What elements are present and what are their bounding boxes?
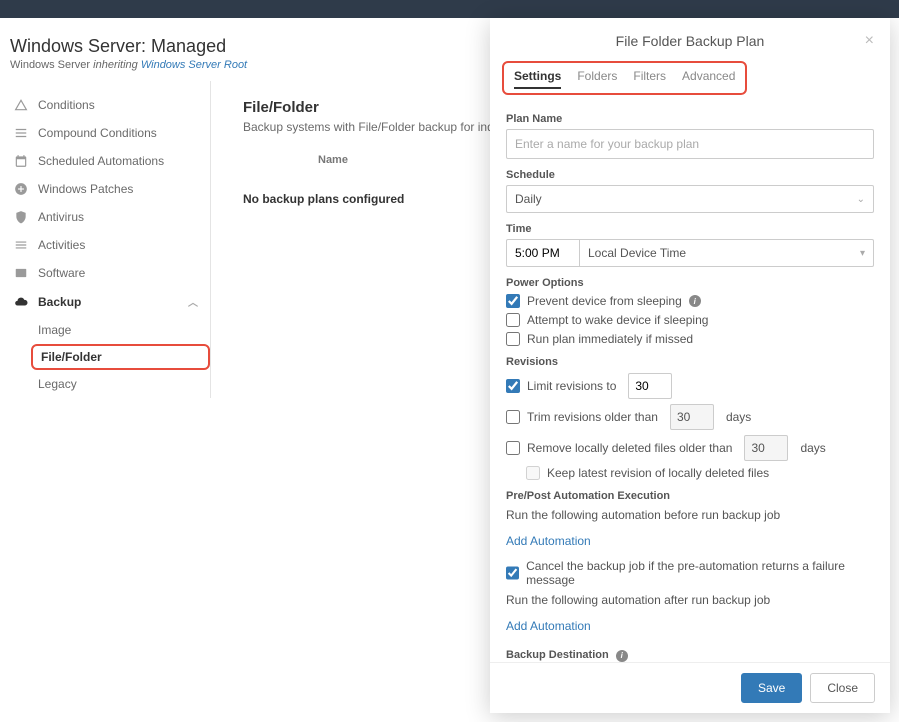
sidebar-item-antivirus[interactable]: Antivirus	[10, 203, 210, 231]
prepost-after-text: Run the following automation after run b…	[506, 593, 874, 607]
calendar-icon	[14, 154, 28, 168]
sidebar-subitem-image[interactable]: Image	[28, 316, 210, 344]
run-missed-checkbox[interactable]	[506, 332, 520, 346]
keep-latest-label: Keep latest revision of locally deleted …	[547, 466, 769, 480]
sidebar-item-activities[interactable]: Activities	[10, 231, 210, 259]
chevron-up-icon: ︿	[186, 294, 200, 309]
time-input[interactable]	[506, 239, 580, 267]
remove-deleted-label: Remove locally deleted files older than	[527, 441, 732, 455]
trim-revisions-label: Trim revisions older than	[527, 410, 658, 424]
keep-latest-checkbox[interactable]	[526, 466, 540, 480]
close-icon[interactable]: ×	[865, 32, 874, 50]
breadcrumb-text: Windows Server	[10, 59, 93, 71]
sidebar-item-label: Scheduled Automations	[38, 154, 164, 168]
sidebar-item-patches[interactable]: Windows Patches	[10, 175, 210, 203]
days-label: days	[800, 441, 825, 455]
run-missed-label: Run plan immediately if missed	[527, 332, 693, 346]
prepost-label: Pre/Post Automation Execution	[506, 490, 874, 502]
add-automation-before-link[interactable]: Add Automation	[506, 534, 591, 548]
limit-revisions-label: Limit revisions to	[527, 379, 616, 393]
sidebar-item-label: Activities	[38, 238, 85, 252]
sidebar-item-conditions[interactable]: Conditions	[10, 91, 210, 119]
remove-deleted-checkbox[interactable]	[506, 441, 520, 455]
tab-advanced[interactable]: Advanced	[682, 69, 735, 89]
window-icon	[14, 266, 28, 280]
schedule-value: Daily	[515, 192, 542, 206]
limit-revisions-checkbox[interactable]	[506, 379, 520, 393]
timezone-select[interactable]: Local Device Time ▾	[579, 239, 874, 267]
timezone-value: Local Device Time	[588, 246, 686, 260]
tab-filters[interactable]: Filters	[633, 69, 666, 89]
tabs-highlight: Settings Folders Filters Advanced	[502, 61, 747, 95]
add-automation-after-link[interactable]: Add Automation	[506, 619, 591, 633]
sidebar-subitem-filefolder[interactable]: File/Folder	[31, 344, 210, 370]
sidebar-item-label: Conditions	[38, 98, 95, 112]
modal-title: File Folder Backup Plan	[616, 33, 765, 49]
tab-settings[interactable]: Settings	[514, 69, 561, 89]
cancel-on-failure-label: Cancel the backup job if the pre-automat…	[526, 559, 874, 587]
sidebar-item-scheduled[interactable]: Scheduled Automations	[10, 147, 210, 175]
prevent-sleep-label: Prevent device from sleeping	[527, 294, 682, 308]
backup-plan-modal: File Folder Backup Plan × Settings Folde…	[490, 18, 890, 713]
info-icon[interactable]: i	[689, 295, 701, 307]
close-button[interactable]: Close	[810, 673, 875, 703]
activity-icon	[14, 238, 28, 252]
sidebar-item-label: Antivirus	[38, 210, 84, 224]
plan-name-label: Plan Name	[506, 113, 874, 125]
power-options-label: Power Options	[506, 277, 874, 289]
breadcrumb-link[interactable]: Windows Server Root	[141, 59, 247, 71]
revisions-label: Revisions	[506, 356, 874, 368]
tab-folders[interactable]: Folders	[577, 69, 617, 89]
list-icon	[14, 126, 28, 140]
app-topbar	[0, 0, 899, 18]
remove-deleted-input[interactable]	[744, 435, 788, 461]
sidebar: Conditions Compound Conditions Scheduled…	[0, 81, 210, 398]
sidebar-item-label: Software	[38, 266, 85, 280]
limit-revisions-input[interactable]	[628, 373, 672, 399]
sidebar-item-compound[interactable]: Compound Conditions	[10, 119, 210, 147]
time-label: Time	[506, 223, 874, 235]
wake-device-label: Attempt to wake device if sleeping	[527, 313, 708, 327]
sidebar-item-label: Backup	[38, 295, 81, 309]
trim-revisions-input[interactable]	[670, 404, 714, 430]
info-icon[interactable]: i	[616, 650, 628, 662]
modal-header: File Folder Backup Plan ×	[490, 18, 890, 61]
destination-label-text: Backup Destination	[506, 649, 609, 661]
save-button[interactable]: Save	[741, 673, 802, 703]
days-label: days	[726, 410, 751, 424]
breadcrumb-inheriting: inheriting	[93, 59, 141, 71]
trim-revisions-checkbox[interactable]	[506, 410, 520, 424]
sidebar-item-label: Windows Patches	[38, 182, 133, 196]
prepost-before-text: Run the following automation before run …	[506, 508, 874, 522]
warning-icon	[14, 98, 28, 112]
sidebar-subitem-legacy[interactable]: Legacy	[28, 370, 210, 398]
shield-icon	[14, 210, 28, 224]
prevent-sleep-checkbox[interactable]	[506, 294, 520, 308]
cloud-icon	[14, 295, 28, 309]
sidebar-item-label: Compound Conditions	[38, 126, 157, 140]
schedule-label: Schedule	[506, 169, 874, 181]
sidebar-item-backup[interactable]: Backup ︿	[10, 287, 210, 316]
plan-name-input[interactable]	[506, 129, 874, 159]
plus-circle-icon	[14, 182, 28, 196]
cancel-on-failure-checkbox[interactable]	[506, 566, 519, 580]
schedule-select[interactable]: Daily ⌄	[506, 185, 874, 213]
chevron-down-icon: ⌄	[857, 194, 865, 205]
wake-device-checkbox[interactable]	[506, 313, 520, 327]
sidebar-item-software[interactable]: Software	[10, 259, 210, 287]
destination-label: Backup Destination i	[506, 649, 874, 662]
chevron-down-icon: ▾	[860, 248, 865, 259]
column-name: Name	[318, 154, 348, 166]
